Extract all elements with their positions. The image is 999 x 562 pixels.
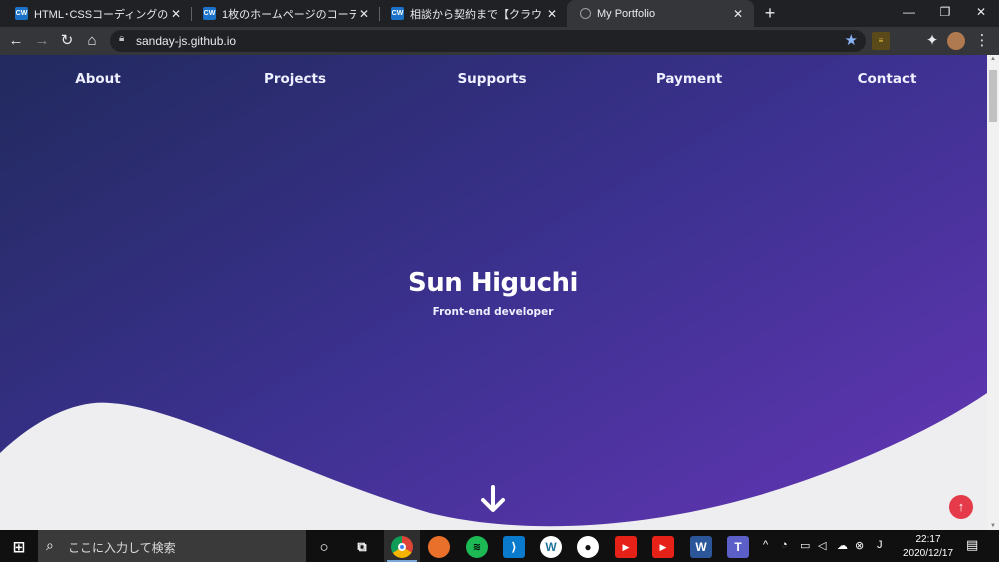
battery-icon[interactable]: ▭ — [800, 539, 810, 552]
show-hidden-icons-icon[interactable]: ^ — [763, 539, 768, 551]
github-icon[interactable]: ● — [577, 536, 599, 558]
tab-title: 1枚のホームページのコーディング･レス — [222, 8, 356, 21]
crowdworks-favicon-icon: CW — [203, 7, 216, 20]
tab-crowdworks-3[interactable]: CW 相談から契約まで【クラウドワークス】 ✕ — [378, 0, 568, 27]
close-window-button[interactable]: ✕ — [963, 0, 999, 27]
new-tab-button[interactable]: + — [760, 3, 780, 23]
crowdworks-favicon-icon: CW — [391, 7, 404, 20]
spotify-icon[interactable]: ≋ — [466, 536, 488, 558]
tab-crowdworks-1[interactable]: CW HTML･CSSコーディングの仕事を探す ✕ — [2, 0, 192, 27]
scroll-up-arrow-icon[interactable]: ▲ — [987, 56, 999, 62]
taskbar-search[interactable]: ⌕ ここに入力して検索 — [38, 530, 306, 562]
menu-kebab-icon[interactable]: ⋮ — [972, 31, 992, 51]
clock-date: 2020/12/17 — [902, 548, 954, 559]
tab-title: HTML･CSSコーディングの仕事を探す — [34, 8, 168, 21]
globe-icon — [580, 8, 591, 19]
status-x-icon[interactable]: ⊗ — [855, 539, 864, 552]
tab-title: 相談から契約まで【クラウドワークス】 — [410, 8, 544, 21]
network-icon[interactable]: ◔ — [781, 539, 788, 551]
lock-icon: 🔒︎ — [119, 33, 125, 44]
page-viewport: About Projects Supports Payment Contact … — [0, 55, 987, 530]
search-icon: ⌕ — [46, 537, 54, 553]
address-bar[interactable]: 🔒︎ sanday-js.github.io ★ — [110, 30, 866, 52]
firefox-icon[interactable] — [428, 536, 450, 558]
teams-icon[interactable]: T — [727, 536, 749, 558]
volume-icon[interactable]: ◁ — [818, 539, 826, 552]
minimize-button[interactable]: — — [891, 0, 927, 27]
notifications-icon[interactable]: ▤ — [966, 537, 978, 553]
tab-my-portfolio[interactable]: My Portfolio ✕ — [567, 0, 754, 27]
browser-toolbar: ← → ↻ ⌂ 🔒︎ sanday-js.github.io ★ ≡ ✦ ⋮ — [0, 27, 999, 55]
clock-time: 22:17 — [915, 534, 941, 545]
vscode-icon[interactable]: ⟩ — [503, 536, 525, 558]
cortana-icon[interactable]: ○ — [313, 536, 335, 558]
youtube-icon[interactable]: ▶ — [615, 536, 637, 558]
tab-crowdworks-2[interactable]: CW 1枚のホームページのコーディング･レス ✕ — [190, 0, 380, 27]
tab-strip: CW HTML･CSSコーディングの仕事を探す ✕ CW 1枚のホームページのコ… — [0, 0, 999, 27]
close-tab-icon[interactable]: ✕ — [168, 7, 184, 21]
bookmark-star-icon[interactable]: ★ — [845, 31, 858, 49]
taskbar-clock[interactable]: 22:17 2020/12/17 — [900, 533, 956, 561]
youtube-icon[interactable]: ▶ — [652, 536, 674, 558]
close-tab-icon[interactable]: ✕ — [544, 7, 560, 21]
forward-arrow-icon[interactable]: → — [32, 31, 52, 51]
windows-start-icon[interactable]: ⊞ — [8, 536, 30, 558]
crowdworks-favicon-icon: CW — [15, 7, 28, 20]
back-arrow-icon[interactable]: ← — [6, 31, 26, 51]
scrollbar-thumb[interactable] — [989, 70, 997, 122]
extension-icon[interactable]: ≡ — [872, 32, 890, 50]
ime-icon[interactable]: J — [877, 539, 883, 551]
word-icon[interactable]: W — [690, 536, 712, 558]
search-placeholder: ここに入力して検索 — [68, 541, 176, 555]
home-icon[interactable]: ⌂ — [82, 31, 102, 51]
windows-taskbar: ⊞ ⌕ ここに入力して検索 ○ ⧉ ≋ ⟩ W ● ▶ ▶ W T ^ ◔ ▭ … — [0, 530, 999, 562]
close-tab-icon[interactable]: ✕ — [356, 7, 372, 21]
tab-title: My Portfolio — [597, 7, 656, 20]
page-scrollbar[interactable]: ▲ ▼ — [987, 55, 999, 530]
chrome-icon[interactable] — [391, 536, 413, 558]
close-tab-icon[interactable]: ✕ — [730, 7, 746, 21]
onedrive-icon[interactable]: ☁ — [837, 539, 848, 552]
puzzle-extensions-icon[interactable]: ✦ — [922, 31, 942, 51]
scroll-to-top-button[interactable]: ↑ — [949, 495, 973, 519]
reload-icon[interactable]: ↻ — [57, 31, 77, 51]
url-text: sanday-js.github.io — [136, 34, 237, 48]
hero-wave — [0, 393, 987, 530]
restore-button[interactable]: ❐ — [927, 0, 963, 27]
wordpress-icon[interactable]: W — [540, 536, 562, 558]
profile-avatar[interactable] — [947, 32, 965, 50]
scroll-down-icon[interactable]: ▼ — [987, 523, 999, 529]
scroll-down-arrow-icon[interactable] — [478, 485, 508, 515]
task-view-icon[interactable]: ⧉ — [351, 536, 373, 558]
